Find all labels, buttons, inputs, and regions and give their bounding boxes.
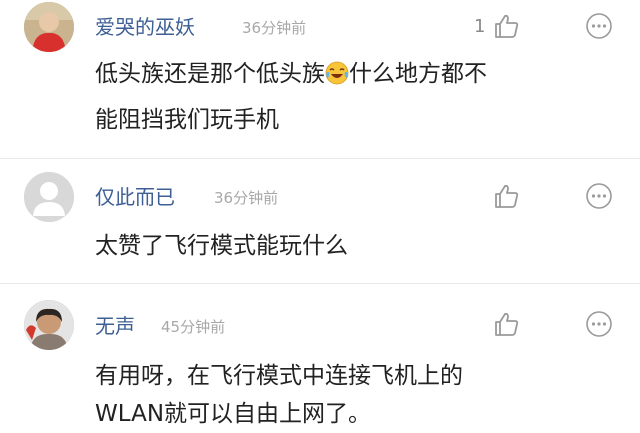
avatar[interactable] <box>24 2 74 52</box>
like-count: 1 <box>474 16 486 37</box>
comment-text-line: 有用呀，在飞行模式中连接飞机上的 <box>95 363 463 389</box>
comment-time: 36分钟前 <box>214 189 279 207</box>
avatar[interactable] <box>24 172 74 222</box>
comment-item: 无声 45分钟前 有用呀，在飞行模式中连接飞机上的 WLAN就可以自由上网了。 <box>0 284 640 428</box>
user-photo-icon <box>24 300 74 350</box>
thumbs-up-icon[interactable] <box>492 12 520 40</box>
more-options-icon[interactable] <box>584 11 614 41</box>
comment-text-line: 能阻挡我们玩手机 <box>95 107 279 133</box>
comment-time: 45分钟前 <box>161 318 226 336</box>
comment-text-line: WLAN就可以自由上网了。 <box>95 401 372 427</box>
username[interactable]: 爱哭的巫妖 <box>95 14 195 40</box>
laughing-crying-emoji-icon <box>325 61 349 85</box>
comment-text-line: 低头族还是那个低头族 <box>95 61 325 87</box>
username[interactable]: 无声 <box>95 313 135 339</box>
thumbs-up-icon[interactable] <box>492 310 520 338</box>
username[interactable]: 仅此而已 <box>95 184 175 210</box>
user-photo-icon <box>24 2 74 52</box>
divider <box>0 158 640 159</box>
more-options-icon[interactable] <box>584 181 614 211</box>
comment-item: 爱哭的巫妖 36分钟前 1 低头族还是那个低头族 什么地方都不 能阻挡我们玩手机 <box>0 0 640 170</box>
default-avatar-icon <box>24 172 74 222</box>
comment-text: 低头族还是那个低头族 什么地方都不 <box>95 55 487 93</box>
thumbs-up-icon[interactable] <box>492 182 520 210</box>
comment-item: 仅此而已 36分钟前 太赞了飞行模式能玩什么 <box>0 160 640 280</box>
avatar[interactable] <box>24 300 74 350</box>
comment-text-line: 什么地方都不 <box>349 61 487 87</box>
comment-time: 36分钟前 <box>242 19 307 37</box>
comment-text-line: 太赞了飞行模式能玩什么 <box>95 233 348 259</box>
more-options-icon[interactable] <box>584 309 614 339</box>
